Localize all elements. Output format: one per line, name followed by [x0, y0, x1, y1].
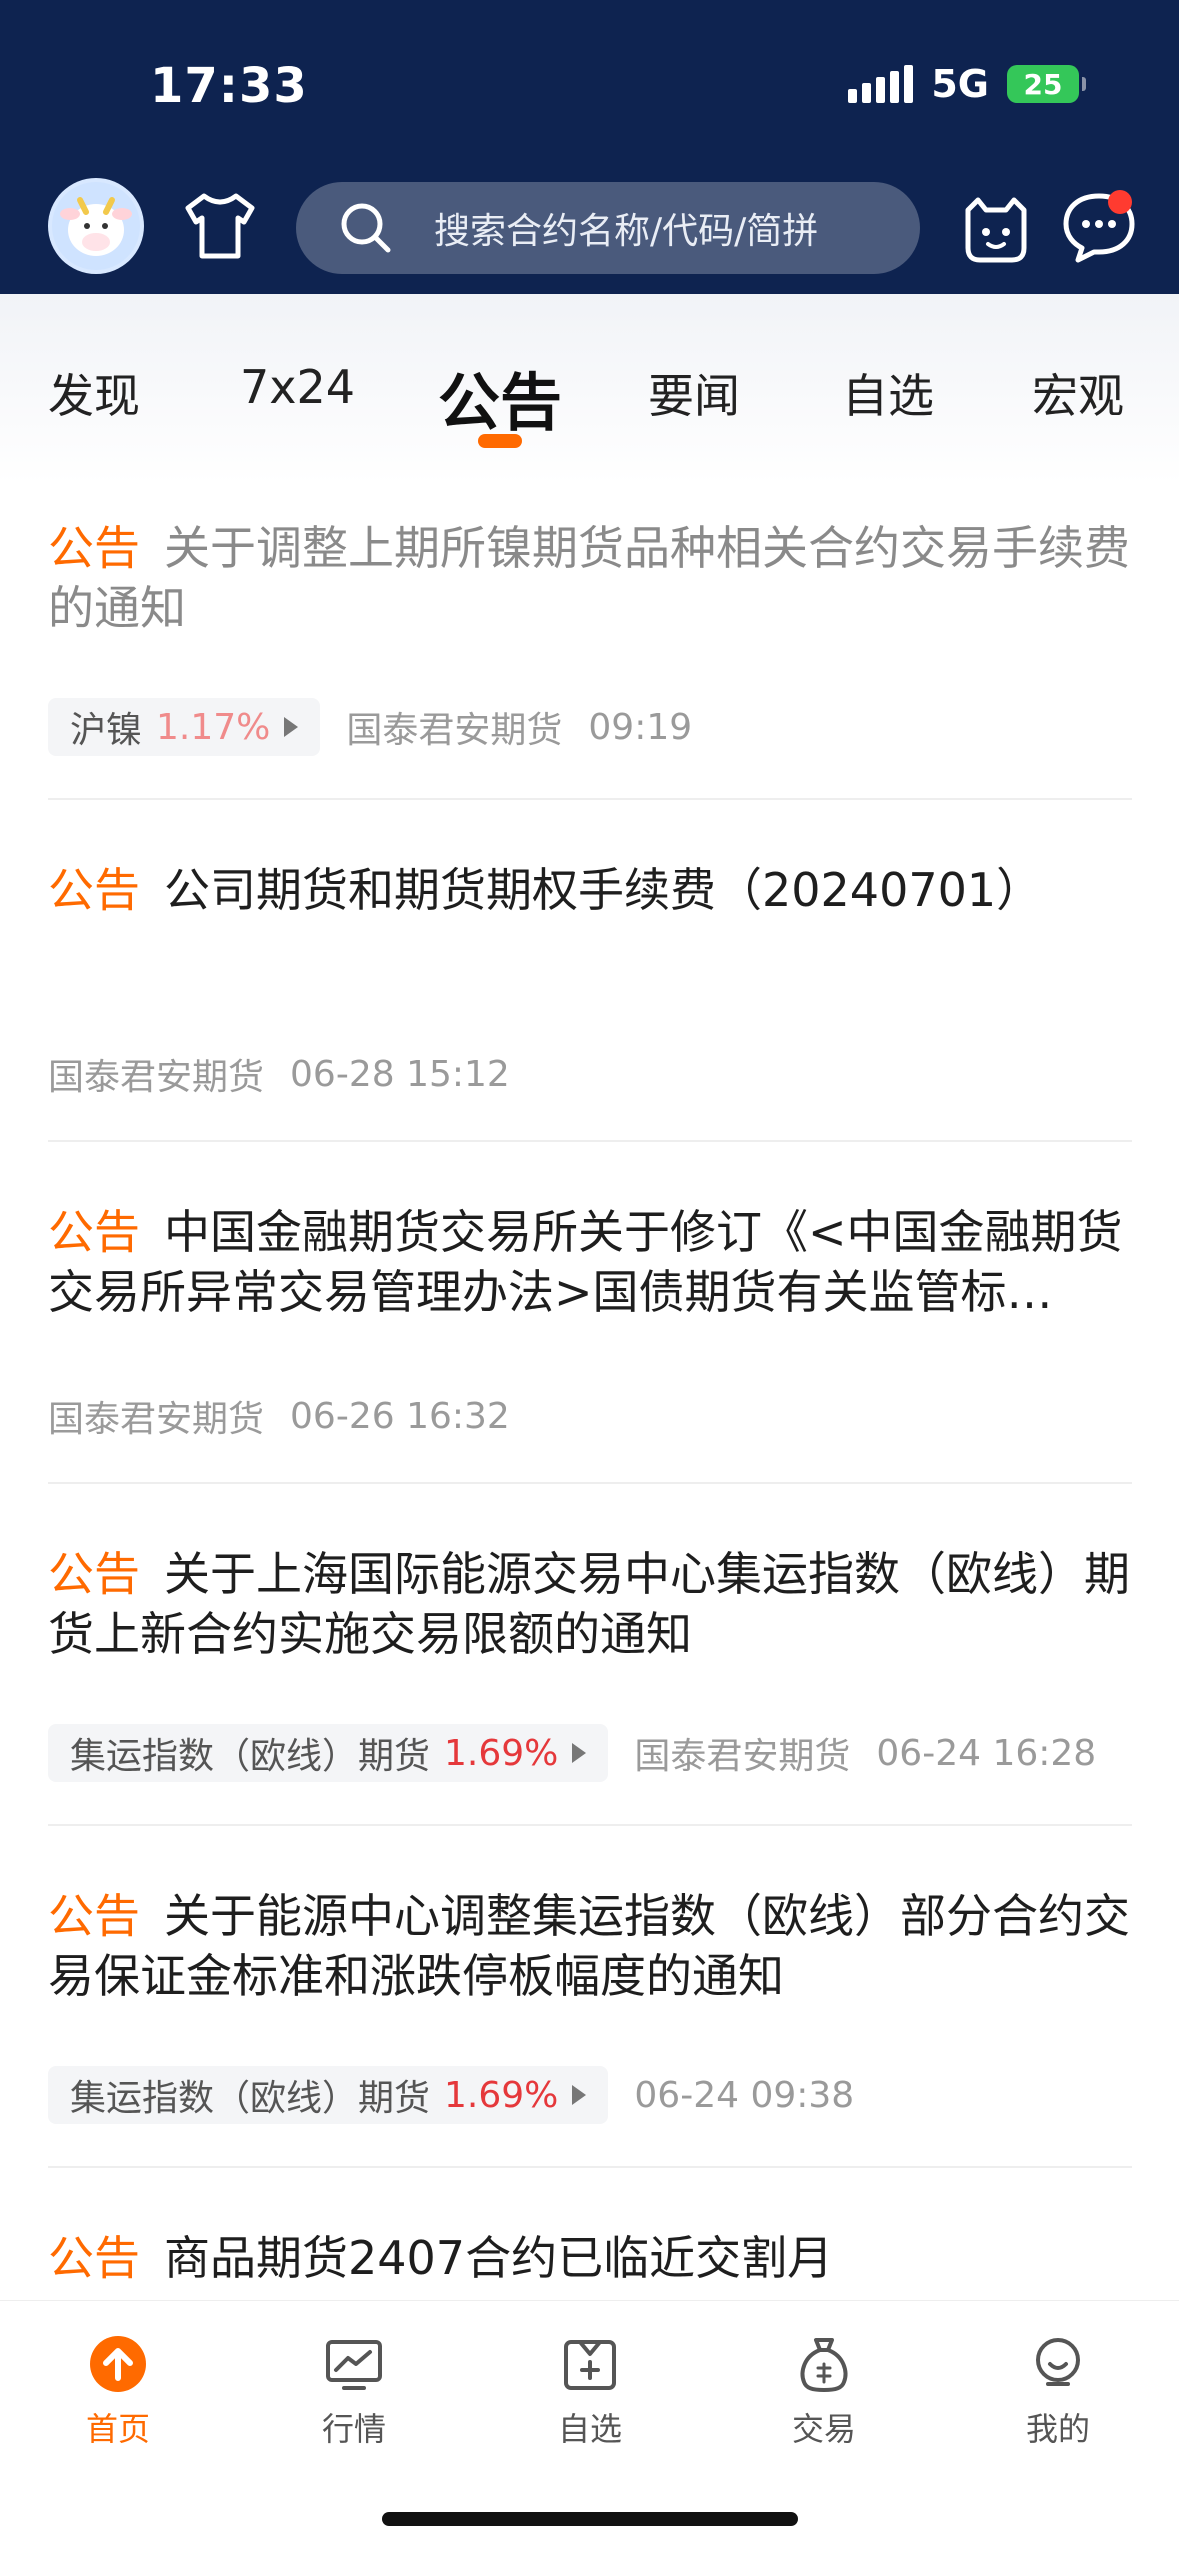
- nav-mine[interactable]: 我的: [998, 2332, 1118, 2450]
- contract-chip[interactable]: 集运指数（欧线）期货 1.69%: [48, 2066, 609, 2124]
- item-time: 06-28 15:12: [290, 1053, 510, 1095]
- announcement-tag: 公告: [48, 521, 140, 575]
- play-arrow-icon: [572, 1743, 587, 1763]
- signal-icon: [848, 65, 914, 103]
- item-meta: 集运指数（欧线）期货 1.69% 06-24 09:38: [48, 2066, 854, 2124]
- item-meta: 国泰君安期货 06-28 15:12: [48, 1048, 510, 1100]
- item-source: 国泰君安期货: [634, 1736, 851, 1777]
- search-icon: [341, 203, 391, 253]
- active-tab-indicator: [478, 434, 522, 448]
- announcement-tag: 公告: [48, 1547, 140, 1601]
- tab-watchlist[interactable]: 自选: [842, 360, 934, 426]
- item-title-text: 商品期货2407合约已临近交割月: [164, 2231, 834, 2285]
- nav-market[interactable]: 行情: [294, 2332, 414, 2450]
- avatar[interactable]: [48, 178, 144, 274]
- announcement-tag: 公告: [48, 2231, 140, 2285]
- battery-icon: 25: [1007, 65, 1086, 103]
- item-time: 06-24 09:38: [634, 2074, 855, 2116]
- item-meta: 国泰君安期货 06-26 16:32: [48, 1390, 510, 1442]
- item-title: 公告 关于能源中心调整集运指数（欧线）部分合约交易保证金标准和涨跌停板幅度的通知: [48, 1886, 1132, 2006]
- market-chart-icon: [326, 2340, 382, 2390]
- item-title: 公告 关于调整上期所镍期货品种相关合约交易手续费的通知: [48, 518, 1132, 638]
- battery-level: 25: [1023, 67, 1063, 101]
- home-arrow-icon: [90, 2336, 146, 2392]
- play-arrow-icon: [572, 2085, 587, 2105]
- list-item[interactable]: 公告 关于调整上期所镍期货品种相关合约交易手续费的通知: [48, 518, 1132, 638]
- announcement-tag: 公告: [48, 1205, 140, 1259]
- announcement-tag: 公告: [48, 863, 140, 917]
- search-placeholder: 搜索合约名称/代码/简拼: [434, 211, 819, 252]
- chip-name: 集运指数（欧线）期货: [70, 1736, 431, 1777]
- tshirt-icon[interactable]: [182, 192, 258, 260]
- item-title: 公告 公司期货和期货期权手续费（20240701）: [48, 860, 1132, 920]
- notification-dot: [1108, 190, 1132, 214]
- tab-announcement[interactable]: 公告: [438, 352, 562, 442]
- tab-news[interactable]: 要闻: [648, 360, 740, 426]
- chip-name: 沪镍: [70, 710, 143, 751]
- divider: [48, 1140, 1132, 1142]
- divider: [48, 1482, 1132, 1484]
- item-title-text: 中国金融期货交易所关于修订《<中国金融期货交易所异常交易管理办法>国债期货有关监…: [48, 1205, 1123, 1319]
- item-time: 09:19: [588, 706, 693, 748]
- nav-label: 我的: [1025, 2410, 1090, 2448]
- item-title-text: 关于上海国际能源交易中心集运指数（欧线）期货上新合约实施交易限额的通知: [48, 1547, 1130, 1661]
- nav-label: 交易: [791, 2410, 856, 2448]
- item-title-text: 关于能源中心调整集运指数（欧线）部分合约交易保证金标准和涨跌停板幅度的通知: [48, 1889, 1130, 2003]
- item-source: 国泰君安期货: [48, 1057, 265, 1098]
- network-type: 5G: [931, 62, 989, 106]
- tab-bar: [0, 294, 1179, 484]
- money-bag-icon: [800, 2338, 848, 2393]
- nav-label: 自选: [557, 2410, 622, 2448]
- item-title: 公告 商品期货2407合约已临近交割月: [48, 2228, 1132, 2288]
- chip-change: 1.69%: [444, 1732, 559, 1774]
- item-meta: 集运指数（欧线）期货 1.69% 国泰君安期货 06-24 16:28: [48, 1724, 1096, 1782]
- tab-discover[interactable]: 发现: [48, 360, 140, 426]
- list-item[interactable]: 公告 商品期货2407合约已临近交割月: [48, 2228, 1132, 2288]
- watchlist-box-icon: [564, 2340, 616, 2390]
- profile-face-icon: [1036, 2338, 1080, 2386]
- tab-macro[interactable]: 宏观: [1032, 360, 1124, 426]
- status-time: 17:33: [150, 58, 308, 114]
- play-arrow-icon: [284, 717, 299, 737]
- item-source: 国泰君安期货: [346, 710, 563, 751]
- robot-assistant-icon[interactable]: [958, 190, 1034, 266]
- tab-7x24[interactable]: 7x24: [240, 360, 355, 414]
- home-indicator: [382, 2512, 798, 2526]
- chip-name: 集运指数（欧线）期货: [70, 2078, 431, 2119]
- list-item[interactable]: 公告 关于上海国际能源交易中心集运指数（欧线）期货上新合约实施交易限额的通知: [48, 1544, 1132, 1664]
- item-title: 公告 中国金融期货交易所关于修订《<中国金融期货交易所异常交易管理办法>国债期货有…: [48, 1202, 1132, 1322]
- list-item[interactable]: 公告 中国金融期货交易所关于修订《<中国金融期货交易所异常交易管理办法>国债期货有…: [48, 1202, 1132, 1322]
- nav-label: 首页: [85, 2410, 150, 2448]
- status-icons: 5G 25: [848, 62, 1086, 106]
- announcement-tag: 公告: [48, 1889, 140, 1943]
- item-time: 06-24 16:28: [876, 1732, 1097, 1774]
- cow-avatar-icon: [60, 197, 132, 256]
- list-item[interactable]: 公告 关于能源中心调整集运指数（欧线）部分合约交易保证金标准和涨跌停板幅度的通知: [48, 1886, 1132, 2006]
- item-source: 国泰君安期货: [48, 1399, 265, 1440]
- nav-watchlist[interactable]: 自选: [530, 2332, 650, 2450]
- contract-chip[interactable]: 集运指数（欧线）期货 1.69%: [48, 1724, 609, 1782]
- search-bar[interactable]: 搜索合约名称/代码/简拼: [296, 182, 920, 274]
- item-title-text: 关于调整上期所镍期货品种相关合约交易手续费的通知: [48, 521, 1130, 635]
- nav-label: 行情: [321, 2410, 386, 2448]
- divider: [48, 798, 1132, 800]
- divider: [48, 2166, 1132, 2168]
- item-meta: 沪镍 1.17% 国泰君安期货 09:19: [48, 698, 692, 756]
- item-time: 06-26 16:32: [290, 1395, 510, 1437]
- list-item[interactable]: 公告 公司期货和期货期权手续费（20240701）: [48, 860, 1132, 920]
- item-title: 公告 关于上海国际能源交易中心集运指数（欧线）期货上新合约实施交易限额的通知: [48, 1544, 1132, 1664]
- nav-home[interactable]: 首页: [58, 2332, 178, 2450]
- chip-change: 1.17%: [156, 706, 271, 748]
- divider: [48, 1824, 1132, 1826]
- chip-change: 1.69%: [444, 2074, 559, 2116]
- item-title-text: 公司期货和期货期权手续费（20240701）: [164, 863, 1043, 917]
- nav-trade[interactable]: 交易: [764, 2332, 884, 2450]
- contract-chip[interactable]: 沪镍 1.17%: [48, 698, 321, 756]
